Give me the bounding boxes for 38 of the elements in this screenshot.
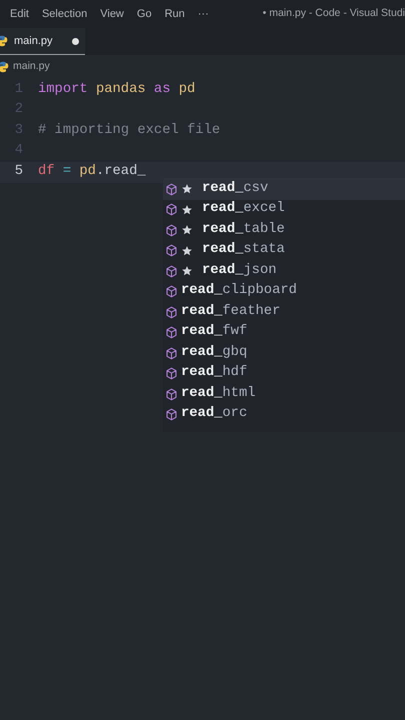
- menu-item[interactable]: Go: [136, 6, 152, 22]
- cube-icon: [165, 285, 178, 298]
- cube-icon: [165, 224, 178, 237]
- suggestion-item[interactable]: read_excel: [163, 200, 405, 220]
- suggestion-item[interactable]: read_table: [163, 220, 405, 240]
- suggestion-item[interactable]: read_clipboard: [163, 282, 405, 302]
- cube-icon: [165, 182, 178, 196]
- line-number: 5: [14, 162, 24, 181]
- suggestion-item[interactable]: read_fwf: [163, 322, 405, 343]
- code-line: df = pd.read_: [38, 162, 146, 181]
- python-icon: [0, 61, 9, 73]
- window-title: • main.py - Code - Visual Studi: [262, 6, 405, 22]
- cube-icon: [165, 306, 178, 319]
- suggestion-item[interactable]: read_orc: [163, 404, 405, 425]
- suggestion-item[interactable]: read_stata: [163, 240, 405, 261]
- code-line: import pandas as pd: [38, 80, 196, 99]
- cube-icon: [165, 244, 178, 258]
- menu-item[interactable]: ···: [198, 6, 209, 22]
- menu-item[interactable]: Edit: [10, 6, 29, 22]
- code-line: # importing excel file: [38, 122, 220, 140]
- cube-icon: [165, 388, 178, 401]
- cube-icon: [165, 326, 178, 340]
- cube-icon: [165, 203, 178, 216]
- suggestion-item[interactable]: read_csv: [163, 179, 405, 200]
- cube-icon: [165, 367, 178, 380]
- cube-icon: [165, 408, 178, 422]
- suggestion-item[interactable]: read_feather: [163, 302, 405, 322]
- menu-item[interactable]: Run: [164, 6, 185, 22]
- editor-tab[interactable]: main.py: [0, 28, 85, 55]
- suggestion-item[interactable]: read_json: [163, 261, 405, 282]
- suggestion-item[interactable]: read_hdf: [163, 364, 405, 384]
- menu-item[interactable]: Selection: [42, 6, 88, 22]
- breadcrumb-item[interactable]: main.py: [13, 59, 50, 75]
- menu-item[interactable]: View: [100, 6, 124, 22]
- cube-icon: [165, 346, 178, 360]
- suggestion-item[interactable]: read_gbq: [163, 343, 405, 364]
- cube-icon: [165, 264, 178, 278]
- suggestion-item[interactable]: read_html: [163, 384, 405, 404]
